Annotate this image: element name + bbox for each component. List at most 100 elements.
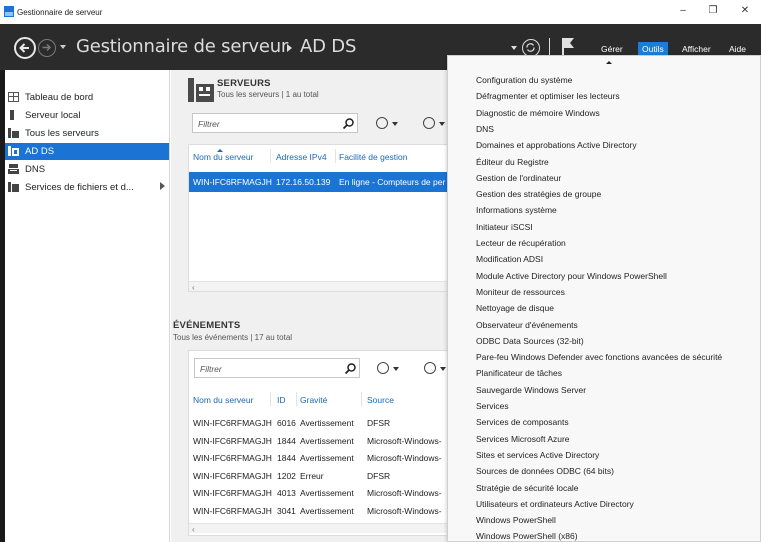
tools-menu-item[interactable]: Domaines et approbations Active Director… — [476, 137, 637, 153]
tools-menu-item[interactable]: Diagnostic de mémoire Windows — [476, 105, 600, 121]
tools-menu-item[interactable]: Windows PowerShell — [476, 512, 556, 528]
sidebar-item-label: Tous les serveurs — [25, 128, 99, 139]
table-row[interactable]: WIN-IFC6RFMAGJH 4013 Avertissement Micro… — [189, 485, 477, 501]
tools-menu-item[interactable]: Utilisateurs et ordinateurs Active Direc… — [476, 496, 634, 512]
cell-source: DFSR — [367, 418, 391, 428]
sidebar-item-file-services[interactable]: Services de fichiers et d... — [7, 179, 169, 196]
tools-menu-item[interactable]: Lecteur de récupération — [476, 235, 566, 251]
cell-id: 1844 — [277, 453, 296, 463]
servers-section-icon — [188, 78, 214, 102]
cell-id: 3041 — [277, 506, 296, 516]
tools-menu-item[interactable]: Stratégie de sécurité locale — [476, 480, 579, 496]
cell-id: 1844 — [277, 436, 296, 446]
sidebar-item-local-server[interactable]: Serveur local — [7, 107, 169, 124]
tools-menu-item[interactable]: Sites et services Active Directory — [476, 447, 599, 463]
tools-menu-item[interactable]: Défragmenter et optimiser les lecteurs — [476, 88, 620, 104]
sidebar-item-all-servers[interactable]: Tous les serveurs — [7, 125, 169, 142]
menu-view[interactable]: Afficher — [678, 42, 715, 56]
scroll-up-icon[interactable] — [606, 61, 612, 64]
search-icon[interactable] — [345, 363, 356, 374]
table-row[interactable]: WIN-IFC6RFMAGJH 3041 Avertissement Micro… — [189, 503, 477, 519]
restore-button[interactable]: ❐ — [702, 4, 724, 18]
tools-menu-item[interactable]: Gestion de l'ordinateur — [476, 170, 561, 186]
back-button[interactable] — [14, 37, 36, 59]
tools-menu-item[interactable]: Modification ADSI — [476, 251, 543, 267]
scroll-left-icon[interactable]: ‹ — [192, 283, 195, 291]
sidebar-item-dns[interactable]: DNS — [7, 161, 169, 178]
tools-menu-item[interactable]: Sources de données ODBC (64 bits) — [476, 463, 614, 479]
dns-icon — [8, 164, 19, 174]
column-header-severity[interactable]: Gravité — [300, 395, 327, 405]
cell-source: Microsoft-Windows- — [367, 436, 442, 446]
tools-menu-item[interactable]: Services — [476, 398, 509, 414]
minimize-button[interactable]: – — [672, 4, 694, 18]
filter-placeholder: Filtrer — [198, 119, 220, 129]
events-section-subtitle: Tous les événements | 17 au total — [173, 333, 293, 342]
column-divider — [296, 392, 297, 406]
tools-menu-item[interactable]: Gestion des stratégies de groupe — [476, 186, 601, 202]
tools-menu-item[interactable]: Initiateur iSCSI — [476, 219, 533, 235]
tools-menu-item[interactable]: Planificateur de tâches — [476, 365, 562, 381]
tools-menu-item[interactable]: Sauvegarde Windows Server — [476, 382, 586, 398]
tools-menu-item[interactable]: Services de composants — [476, 414, 569, 430]
cell-id: 4013 — [277, 488, 296, 498]
sidebar-item-ad-ds[interactable]: AD DS — [5, 143, 169, 160]
window-titlebar: Gestionnaire de serveur – ❐ ✕ — [0, 0, 761, 24]
tools-menu-item[interactable]: Moniteur de ressources — [476, 284, 565, 300]
tools-menu-item[interactable]: Informations système — [476, 202, 557, 218]
tools-menu-item[interactable]: Services Microsoft Azure — [476, 431, 570, 447]
events-list-options-button[interactable] — [377, 361, 401, 377]
table-row[interactable]: WIN-IFC6RFMAGJH 172.16.50.139 En ligne -… — [189, 172, 477, 192]
close-button[interactable]: ✕ — [734, 4, 756, 18]
save-query-icon — [424, 362, 436, 374]
events-horizontal-scrollbar[interactable]: ‹ — [189, 523, 477, 534]
cell-source: Microsoft-Windows- — [367, 506, 442, 516]
table-row[interactable]: WIN-IFC6RFMAGJH 1844 Avertissement Micro… — [189, 433, 477, 449]
chevron-down-icon — [392, 122, 398, 126]
menu-help[interactable]: Aide — [725, 42, 750, 56]
events-filter-input[interactable]: Filtrer — [194, 358, 360, 378]
column-header-ipv4[interactable]: Adresse IPv4 — [276, 152, 327, 162]
chevron-down-icon — [440, 367, 446, 371]
tools-menu-item[interactable]: ODBC Data Sources (32-bit) — [476, 333, 584, 349]
servers-horizontal-scrollbar[interactable]: ‹ — [189, 281, 477, 291]
notifications-flag-icon[interactable] — [561, 37, 575, 57]
scroll-left-icon[interactable]: ‹ — [192, 525, 195, 534]
sidebar-item-dashboard[interactable]: Tableau de bord — [7, 89, 169, 106]
column-header-id[interactable]: ID — [277, 395, 286, 405]
search-icon[interactable] — [343, 118, 354, 129]
cell-manageability: En ligne - Compteurs de per — [339, 177, 446, 187]
servers-filter-input[interactable]: Filtrer — [192, 113, 358, 133]
tools-menu-item[interactable]: Module Active Directory pour Windows Pow… — [476, 268, 667, 284]
table-row[interactable]: WIN-IFC6RFMAGJH 1844 Avertissement Micro… — [189, 450, 477, 466]
menu-tools[interactable]: Outils — [638, 42, 668, 56]
chevron-down-icon — [439, 122, 445, 126]
cell-server-name: WIN-IFC6RFMAGJH — [193, 453, 272, 463]
events-save-query-button[interactable] — [424, 361, 448, 377]
header-dropdown[interactable] — [511, 46, 517, 50]
tools-menu-item[interactable]: Observateur d'événements — [476, 317, 578, 333]
tools-menu-item[interactable]: DNS — [476, 121, 494, 137]
tools-menu-item[interactable]: Éditeur du Registre — [476, 154, 549, 170]
column-header-server-name[interactable]: Nom du serveur — [193, 152, 253, 162]
history-dropdown[interactable] — [60, 45, 66, 49]
servers-save-query-button[interactable] — [423, 116, 447, 132]
tools-menu-item[interactable]: Configuration du système — [476, 72, 572, 88]
table-row[interactable]: WIN-IFC6RFMAGJH 1202 Erreur DFSR — [189, 468, 477, 484]
tools-menu-item[interactable]: Windows PowerShell (x86) — [476, 528, 578, 542]
refresh-icon — [526, 43, 535, 52]
file-services-icon — [8, 182, 19, 192]
column-header-manageability[interactable]: Facilité de gestion — [339, 152, 408, 162]
table-row[interactable]: WIN-IFC6RFMAGJH 6016 Avertissement DFSR — [189, 415, 477, 431]
menu-manage[interactable]: Gérer — [597, 42, 627, 56]
tools-menu-item[interactable]: Nettoyage de disque — [476, 300, 554, 316]
cell-id: 1202 — [277, 471, 296, 481]
tools-menu-item[interactable]: Pare-feu Windows Defender avec fonctions… — [476, 349, 722, 365]
column-header-source[interactable]: Source — [367, 395, 394, 405]
breadcrumb-page: AD DS — [300, 36, 357, 57]
forward-button[interactable] — [38, 39, 56, 57]
servers-list-options-button[interactable] — [376, 116, 400, 132]
cell-severity: Erreur — [300, 471, 324, 481]
column-header-server-name[interactable]: Nom du serveur — [193, 395, 253, 405]
ad-ds-icon — [8, 146, 19, 156]
